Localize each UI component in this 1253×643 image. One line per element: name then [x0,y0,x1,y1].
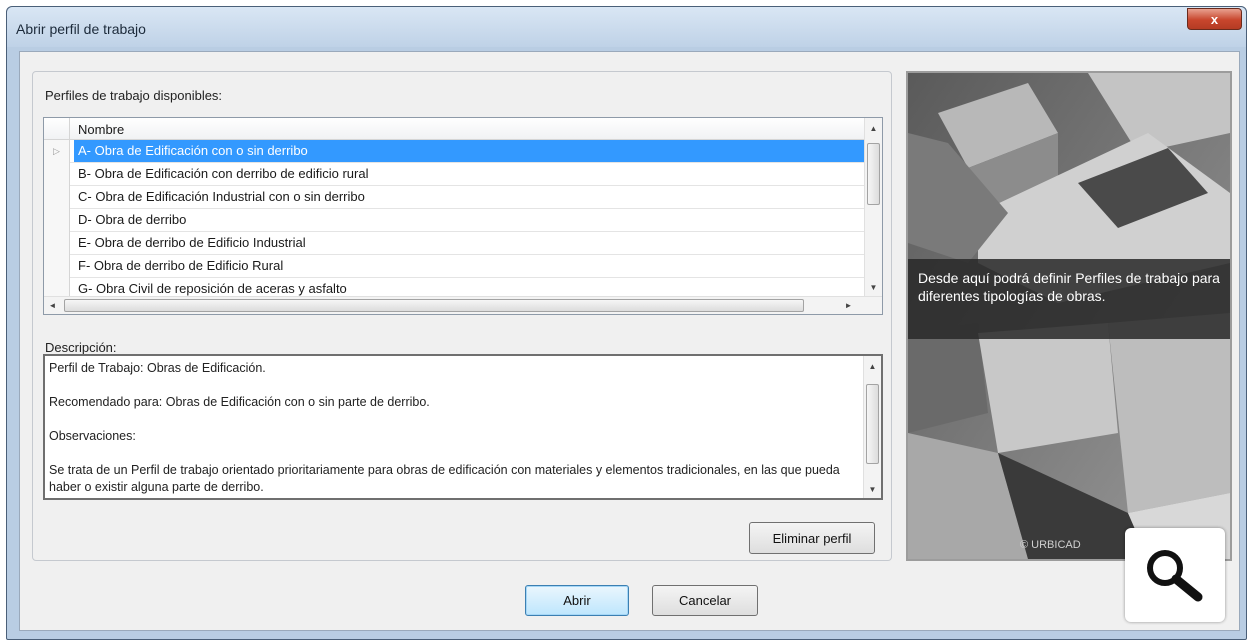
scroll-up-icon[interactable]: ▲ [864,358,881,375]
description-paragraph: Observaciones: [49,429,136,443]
description-text: Perfil de Trabajo: Obras de Edificación.… [49,360,849,496]
dialog-window: Abrir perfil de trabajo x Perfiles de tr… [6,6,1247,640]
table-row[interactable]: E- Obra de derribo de Edificio Industria… [44,232,866,255]
description-paragraph: Se trata de un Perfil de trabajo orienta… [49,463,840,494]
scroll-thumb[interactable] [866,384,879,464]
dialog-body: Perfiles de trabajo disponibles: Nombre … [19,51,1240,631]
profile-name-cell[interactable]: C- Obra de Edificación Industrial con o … [74,186,866,208]
illustration-panel: Desde aquí podrá definir Perfiles de tra… [906,71,1232,561]
profiles-label: Perfiles de trabajo disponibles: [45,88,223,103]
close-button[interactable]: x [1187,8,1242,30]
scroll-left-icon[interactable]: ◄ [44,297,61,314]
profile-name-cell[interactable]: E- Obra de derribo de Edificio Industria… [74,232,866,254]
magnifier-icon [1147,550,1203,602]
illustration-caption: Desde aquí podrá definir Perfiles de tra… [908,259,1230,339]
table-row[interactable]: ▷ A- Obra de Edificación con o sin derri… [44,140,866,163]
open-button[interactable]: Abrir [525,585,629,616]
column-header-nombre[interactable]: Nombre [78,122,124,137]
scroll-down-icon[interactable]: ▼ [864,481,881,498]
profile-name-cell[interactable]: B- Obra de Edificación con derribo de ed… [74,163,866,185]
description-label: Descripción: [45,340,117,355]
profile-name-cell[interactable]: D- Obra de derribo [74,209,866,231]
window-title: Abrir perfil de trabajo [16,21,146,37]
description-paragraph: Recomendado para: Obras de Edificación c… [49,395,430,409]
table-row[interactable]: D- Obra de derribo [44,209,866,232]
profiles-grid[interactable]: Nombre ▷ A- Obra de Edificación con o si… [43,117,883,315]
scroll-thumb-horizontal[interactable] [64,299,804,312]
delete-profile-button[interactable]: Eliminar perfil [749,522,875,554]
description-scrollbar[interactable]: ▲ ▼ [863,356,881,498]
row-indicator-icon: ▷ [44,140,70,163]
grid-rows: ▷ A- Obra de Edificación con o sin derri… [44,140,866,301]
grid-header: Nombre [44,118,866,140]
grid-vertical-scrollbar[interactable]: ▲ ▼ [864,118,882,296]
table-row[interactable]: C- Obra de Edificación Industrial con o … [44,186,866,209]
table-row[interactable]: B- Obra de Edificación con derribo de ed… [44,163,866,186]
title-bar[interactable]: Abrir perfil de trabajo x [7,7,1246,47]
scroll-right-icon[interactable]: ► [840,297,857,314]
profile-name-cell[interactable]: F- Obra de derribo de Edificio Rural [74,255,866,277]
profile-name-cell[interactable]: A- Obra de Edificación con o sin derribo [74,140,866,162]
scroll-thumb[interactable] [867,143,880,205]
scroll-down-icon[interactable]: ▼ [865,279,882,296]
close-icon: x [1210,11,1219,27]
grid-corner [44,118,70,140]
zoom-button[interactable] [1125,528,1225,622]
copyright-text: © URBICAD [1020,539,1081,551]
scroll-up-icon[interactable]: ▲ [865,120,882,137]
cancel-button[interactable]: Cancelar [652,585,758,616]
profiles-group: Perfiles de trabajo disponibles: Nombre … [32,71,892,561]
description-paragraph: Perfil de Trabajo: Obras de Edificación. [49,361,266,375]
grid-horizontal-scrollbar[interactable]: ◄ ► [44,296,882,314]
description-box[interactable]: Perfil de Trabajo: Obras de Edificación.… [43,354,883,500]
table-row[interactable]: F- Obra de derribo de Edificio Rural [44,255,866,278]
